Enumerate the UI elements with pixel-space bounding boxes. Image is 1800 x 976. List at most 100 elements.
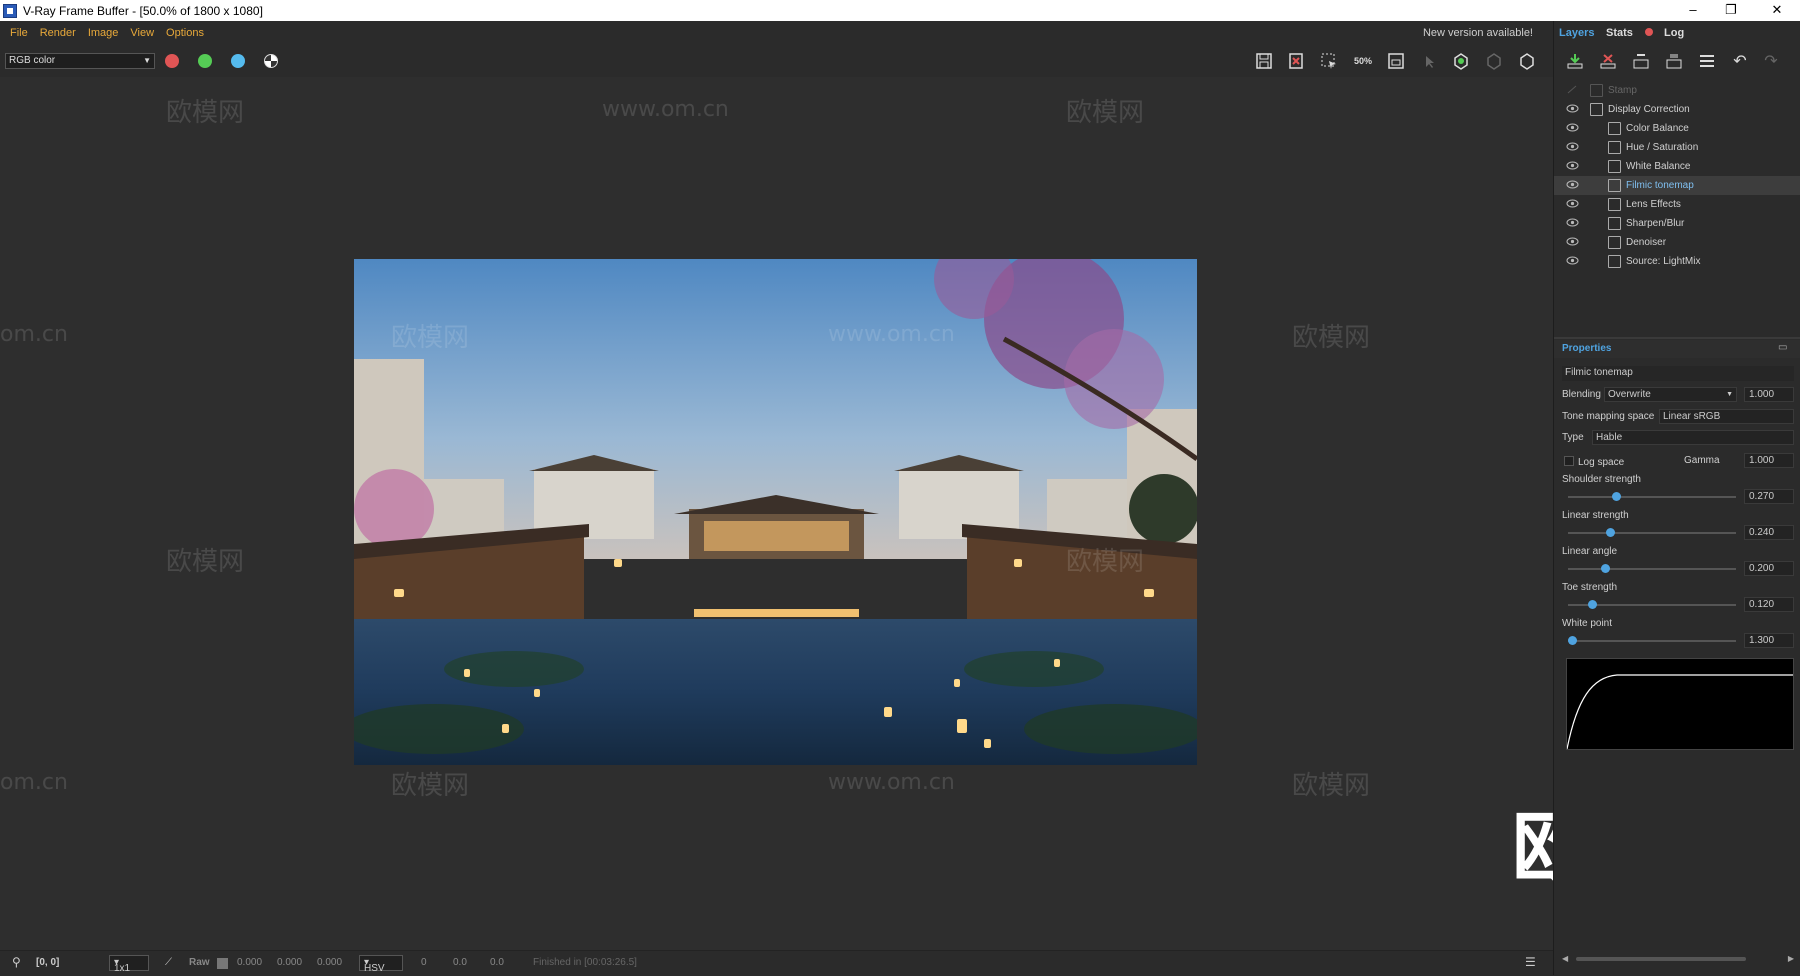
color-mode-value: HSV xyxy=(364,963,385,974)
shoulder-strength-slider[interactable] xyxy=(1568,492,1736,501)
title-bar: V-Ray Frame Buffer - [50.0% of 1800 x 10… xyxy=(0,0,1800,21)
history-icon[interactable]: ☰ xyxy=(1525,955,1536,969)
watermark-text: 欧模网 xyxy=(166,547,245,577)
add-layer-icon[interactable] xyxy=(1564,50,1586,72)
gamma-field[interactable]: 1.000 xyxy=(1744,453,1794,468)
color-mode-select[interactable]: HSV ▾ xyxy=(359,955,403,974)
type-select[interactable]: Hable xyxy=(1592,430,1794,445)
log-space-checkbox[interactable] xyxy=(1564,456,1574,466)
watermark-text: 欧模网 xyxy=(1292,323,1371,353)
linear-angle-value: 0.200 xyxy=(1749,563,1775,574)
zoom-percent-button[interactable]: 50% xyxy=(1352,50,1374,72)
eye-icon[interactable] xyxy=(1566,218,1579,227)
layer-list-icon[interactable] xyxy=(1696,50,1718,72)
eye-icon[interactable] xyxy=(1566,123,1579,132)
shoulder-strength-field[interactable]: 0.270 xyxy=(1744,489,1794,504)
red-value: 0.000 xyxy=(237,957,263,968)
region-select-icon[interactable] xyxy=(1318,50,1340,72)
red-channel-button[interactable] xyxy=(165,54,179,68)
panel-options-icon[interactable]: ▭ xyxy=(1778,342,1787,353)
channel-select[interactable]: RGB color ▼ xyxy=(5,53,155,69)
value-value: 0.0 xyxy=(490,957,504,968)
save-icon[interactable] xyxy=(1253,50,1275,72)
eye-icon[interactable] xyxy=(1566,256,1579,265)
slider-knob[interactable] xyxy=(1588,600,1597,609)
balance-icon xyxy=(1608,122,1621,135)
eye-icon[interactable] xyxy=(1566,180,1579,189)
clear-image-icon[interactable] xyxy=(1285,50,1307,72)
toe-strength-slider[interactable] xyxy=(1568,600,1736,609)
interactive-render-icon[interactable] xyxy=(1450,50,1472,72)
delete-layer-icon[interactable] xyxy=(1597,50,1619,72)
layer-name: Stamp xyxy=(1608,85,1637,96)
pixel-zoom-select[interactable]: 1x1 ▾ xyxy=(109,955,149,974)
scrollbar-thumb[interactable] xyxy=(1576,957,1746,961)
scroll-right-icon[interactable]: ▶ xyxy=(1788,954,1794,963)
layer-row[interactable]: Stamp xyxy=(1554,81,1800,100)
blending-select[interactable]: Overwrite ▼ xyxy=(1604,387,1737,402)
save-layers-icon[interactable] xyxy=(1630,50,1652,72)
eye-icon[interactable] xyxy=(1566,199,1579,208)
region-render-icon[interactable] xyxy=(1385,50,1407,72)
layer-name: White Balance xyxy=(1626,161,1691,172)
panel-divider[interactable] xyxy=(1554,337,1800,339)
alpha-channel-button[interactable] xyxy=(264,54,278,68)
linear-strength-slider[interactable] xyxy=(1568,528,1736,537)
menu-file[interactable]: File xyxy=(0,21,34,45)
layer-row[interactable]: Display Correction xyxy=(1554,100,1800,119)
layer-row[interactable]: Denoiser xyxy=(1554,233,1800,252)
lens-icon xyxy=(1608,198,1621,211)
slider-knob[interactable] xyxy=(1606,528,1615,537)
white-point-field[interactable]: 1.300 xyxy=(1744,633,1794,648)
eye-icon[interactable] xyxy=(1566,104,1579,113)
eye-icon[interactable] xyxy=(1566,237,1579,246)
green-channel-button[interactable] xyxy=(198,54,212,68)
new-version-notice[interactable]: New version available! xyxy=(1423,21,1533,45)
pin-icon[interactable]: ⚲ xyxy=(12,955,21,969)
white-point-slider[interactable] xyxy=(1568,636,1736,645)
menu-image[interactable]: Image xyxy=(82,21,125,45)
layer-row[interactable]: Hue / Saturation xyxy=(1554,138,1800,157)
eye-icon[interactable] xyxy=(1566,161,1579,170)
layer-row[interactable]: Sharpen/Blur xyxy=(1554,214,1800,233)
layer-name-field[interactable]: Filmic tonemap xyxy=(1562,366,1794,381)
layer-row[interactable]: Lens Effects xyxy=(1554,195,1800,214)
visibility-off-icon[interactable] xyxy=(1566,85,1579,94)
layer-row[interactable]: Source: LightMix xyxy=(1554,252,1800,271)
blending-select-value: Overwrite xyxy=(1608,389,1651,400)
slider-knob[interactable] xyxy=(1568,636,1577,645)
redo-icon[interactable]: ↷ xyxy=(1760,50,1782,72)
slider-knob[interactable] xyxy=(1601,564,1610,573)
undo-icon[interactable]: ↶ xyxy=(1729,50,1751,72)
restore-button[interactable]: ❐ xyxy=(1708,0,1754,21)
color-picker-icon[interactable]: ⟋ xyxy=(165,957,172,968)
load-layers-icon[interactable] xyxy=(1663,50,1685,72)
menu-options[interactable]: Options xyxy=(160,21,210,45)
tone-space-label: Tone mapping space xyxy=(1562,411,1655,422)
menu-view[interactable]: View xyxy=(124,21,160,45)
render-icon-disabled[interactable] xyxy=(1483,50,1505,72)
layer-row[interactable]: White Balance xyxy=(1554,157,1800,176)
tone-space-select[interactable]: Linear sRGB xyxy=(1659,409,1794,424)
toe-strength-field[interactable]: 0.120 xyxy=(1744,597,1794,612)
blending-amount-field[interactable]: 1.000 xyxy=(1744,387,1794,402)
track-mouse-icon[interactable] xyxy=(1418,50,1440,72)
scroll-left-icon[interactable]: ◀ xyxy=(1562,954,1568,963)
linear-strength-field[interactable]: 0.240 xyxy=(1744,525,1794,540)
slider-knob[interactable] xyxy=(1612,492,1621,501)
layer-row[interactable]: Filmic tonemap xyxy=(1554,176,1800,195)
zoom-percent-label: 50% xyxy=(1353,56,1372,66)
linear-angle-slider[interactable] xyxy=(1568,564,1736,573)
close-button[interactable]: ✕ xyxy=(1754,0,1800,21)
blue-channel-button[interactable] xyxy=(231,54,245,68)
render-icon[interactable] xyxy=(1516,50,1538,72)
eye-icon[interactable] xyxy=(1566,142,1579,151)
menu-render[interactable]: Render xyxy=(34,21,82,45)
tab-log[interactable]: Log xyxy=(1664,27,1684,39)
tab-stats[interactable]: Stats xyxy=(1606,27,1633,39)
image-viewport[interactable]: 欧模网 www.om.cn 欧模网 om.cn 欧模网 www.om.cn 欧模… xyxy=(0,77,1553,950)
layer-row[interactable]: Color Balance xyxy=(1554,119,1800,138)
linear-angle-field[interactable]: 0.200 xyxy=(1744,561,1794,576)
tab-layers[interactable]: Layers xyxy=(1559,27,1594,39)
horizontal-scrollbar[interactable]: ◀ ▶ xyxy=(1562,954,1794,964)
